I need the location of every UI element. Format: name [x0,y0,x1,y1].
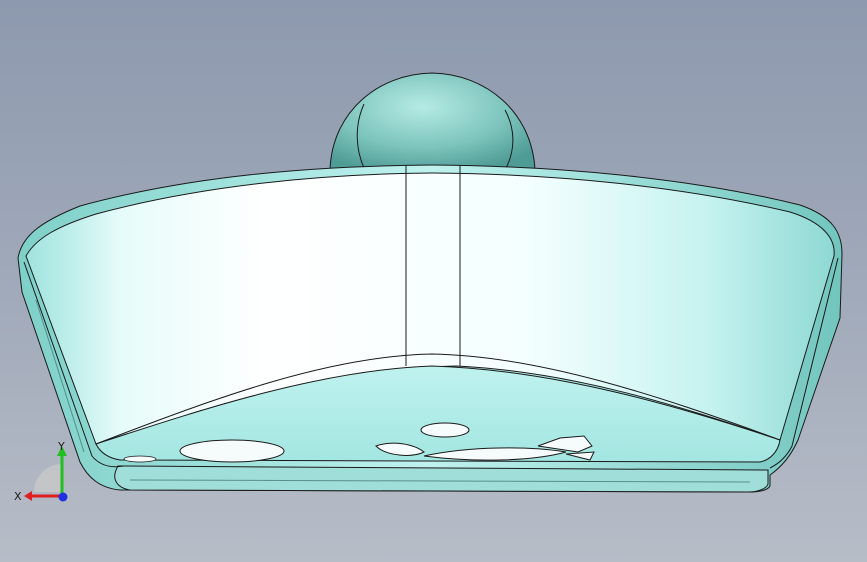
y-axis-label: Y [57,440,65,453]
axis-triad: Y X [14,440,68,503]
triad-quadrant-shape [34,464,62,492]
bowl-shell[interactable] [17,164,843,493]
z-axis-dot [58,492,68,502]
bottom-rim [114,465,769,493]
3d-viewport[interactable]: Y X [0,0,867,562]
x-axis-label: X [14,490,22,503]
dome-knob[interactable] [329,72,536,171]
cad-model[interactable] [0,0,867,562]
